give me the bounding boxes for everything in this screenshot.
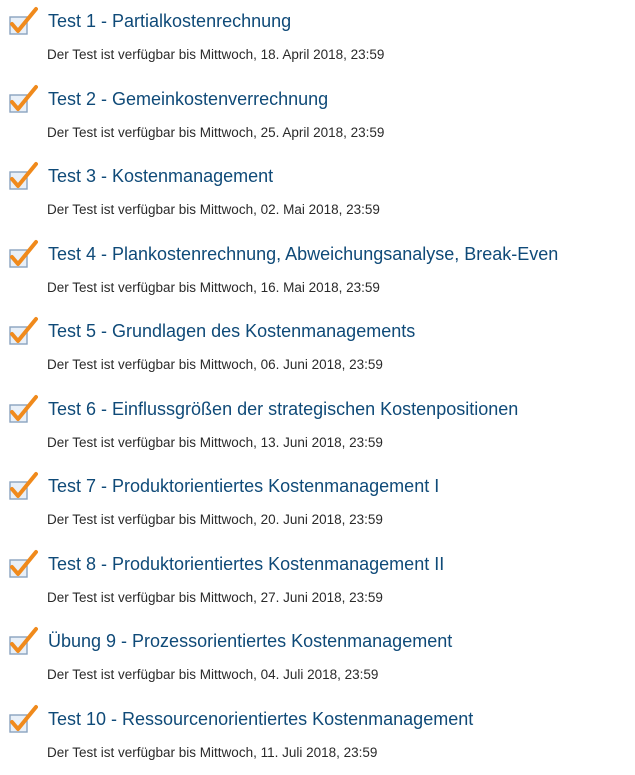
quiz-item-header: Test 7 - Produktorientiertes Kostenmanag… (8, 471, 439, 501)
quiz-check-icon (8, 471, 38, 501)
quiz-check-icon (8, 161, 38, 191)
quiz-availability-text: Der Test ist verfügbar bis Mittwoch, 11.… (47, 745, 377, 760)
quiz-availability-text: Der Test ist verfügbar bis Mittwoch, 16.… (47, 280, 380, 295)
quiz-item: Test 8 - Produktorientiertes Kostenmanag… (0, 543, 635, 621)
quiz-check-icon (8, 6, 38, 36)
quiz-title-link[interactable]: Test 8 - Produktorientiertes Kostenmanag… (48, 549, 444, 579)
quiz-item: Test 4 - Plankostenrechnung, Abweichungs… (0, 233, 635, 311)
quiz-item-header: Test 1 - Partialkostenrechnung (8, 6, 291, 36)
quiz-check-icon (8, 704, 38, 734)
quiz-item: Test 10 - Ressourcenorientiertes Kostenm… (0, 698, 635, 775)
quiz-availability-text: Der Test ist verfügbar bis Mittwoch, 06.… (47, 357, 383, 372)
quiz-title-link[interactable]: Test 3 - Kostenmanagement (48, 161, 273, 191)
quiz-title-link[interactable]: Test 4 - Plankostenrechnung, Abweichungs… (48, 239, 558, 269)
quiz-check-icon (8, 84, 38, 114)
quiz-title-link[interactable]: Test 2 - Gemeinkostenverrechnung (48, 84, 328, 114)
quiz-item-header: Test 4 - Plankostenrechnung, Abweichungs… (8, 239, 558, 269)
quiz-item: Übung 9 - Prozessorientiertes Kostenmana… (0, 620, 635, 698)
quiz-check-icon (8, 239, 38, 269)
quiz-title-link[interactable]: Test 10 - Ressourcenorientiertes Kostenm… (48, 704, 473, 734)
quiz-availability-text: Der Test ist verfügbar bis Mittwoch, 25.… (47, 125, 384, 140)
quiz-check-icon (8, 394, 38, 424)
quiz-availability-text: Der Test ist verfügbar bis Mittwoch, 20.… (47, 512, 383, 527)
quiz-availability-text: Der Test ist verfügbar bis Mittwoch, 02.… (47, 202, 380, 217)
quiz-activity-list: Test 1 - Partialkostenrechnung Der Test … (0, 0, 635, 775)
quiz-item-header: Übung 9 - Prozessorientiertes Kostenmana… (8, 626, 452, 656)
quiz-availability-text: Der Test ist verfügbar bis Mittwoch, 18.… (47, 47, 384, 62)
quiz-check-icon (8, 549, 38, 579)
quiz-title-link[interactable]: Test 7 - Produktorientiertes Kostenmanag… (48, 471, 439, 501)
quiz-item: Test 3 - Kostenmanagement Der Test ist v… (0, 155, 635, 233)
quiz-check-icon (8, 626, 38, 656)
quiz-item-header: Test 3 - Kostenmanagement (8, 161, 273, 191)
quiz-availability-text: Der Test ist verfügbar bis Mittwoch, 27.… (47, 590, 383, 605)
quiz-item: Test 5 - Grundlagen des Kostenmanagement… (0, 310, 635, 388)
quiz-title-link[interactable]: Übung 9 - Prozessorientiertes Kostenmana… (48, 626, 452, 656)
quiz-item: Test 7 - Produktorientiertes Kostenmanag… (0, 465, 635, 543)
quiz-item-header: Test 2 - Gemeinkostenverrechnung (8, 84, 328, 114)
quiz-check-icon (8, 316, 38, 346)
quiz-title-link[interactable]: Test 5 - Grundlagen des Kostenmanagement… (48, 316, 415, 346)
quiz-title-link[interactable]: Test 1 - Partialkostenrechnung (48, 6, 291, 36)
quiz-availability-text: Der Test ist verfügbar bis Mittwoch, 04.… (47, 667, 378, 682)
quiz-item: Test 1 - Partialkostenrechnung Der Test … (0, 0, 635, 78)
quiz-availability-text: Der Test ist verfügbar bis Mittwoch, 13.… (47, 435, 383, 450)
quiz-item-header: Test 6 - Einflussgrößen der strategische… (8, 394, 518, 424)
quiz-item-header: Test 10 - Ressourcenorientiertes Kostenm… (8, 704, 473, 734)
quiz-item-header: Test 5 - Grundlagen des Kostenmanagement… (8, 316, 415, 346)
quiz-item: Test 6 - Einflussgrößen der strategische… (0, 388, 635, 466)
quiz-title-link[interactable]: Test 6 - Einflussgrößen der strategische… (48, 394, 518, 424)
quiz-item-header: Test 8 - Produktorientiertes Kostenmanag… (8, 549, 444, 579)
quiz-item: Test 2 - Gemeinkostenverrechnung Der Tes… (0, 78, 635, 156)
